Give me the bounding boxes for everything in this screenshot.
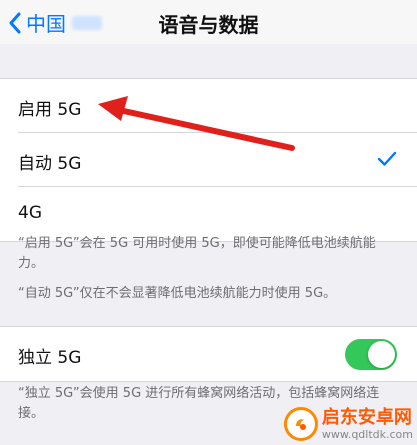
- navigation-bar: 中国 语音与数据: [0, 0, 417, 44]
- option-enable-5g[interactable]: 启用 5G: [0, 79, 417, 133]
- watermark-logo-icon: [283, 407, 318, 441]
- page-title: 语音与数据: [158, 13, 259, 37]
- option-label: 自动 5G: [18, 154, 82, 174]
- option-auto-5g[interactable]: 自动 5G: [0, 133, 417, 187]
- watermark-title: 启东安卓网: [321, 406, 412, 428]
- standalone-5g-toggle[interactable]: [345, 339, 397, 370]
- standalone-5g-group: 独立 5G: [0, 326, 417, 382]
- option-label: 启用 5G: [18, 100, 82, 120]
- footnote-enable-5g: “启用 5G”会在 5G 可用时使用 5G，即使可能降低电池续航能力。: [18, 236, 376, 271]
- option-4g[interactable]: 4G: [0, 187, 417, 241]
- option-label: 4G: [18, 203, 42, 223]
- checkmark-icon: [377, 151, 397, 166]
- standalone-5g-label: 独立 5G: [18, 348, 82, 368]
- toggle-knob: [368, 341, 395, 368]
- network-options-group: 启用 5G 自动 5G 4G: [0, 78, 417, 242]
- watermark: 启东安卓网 www.qdltdk.com: [283, 406, 413, 441]
- standalone-5g-row: 独立 5G: [0, 327, 417, 381]
- footnote-auto-5g: “自动 5G”仅在不会显著降低电池续航能力时使用 5G。: [18, 286, 337, 301]
- watermark-url: www.qdltdk.com: [321, 427, 413, 441]
